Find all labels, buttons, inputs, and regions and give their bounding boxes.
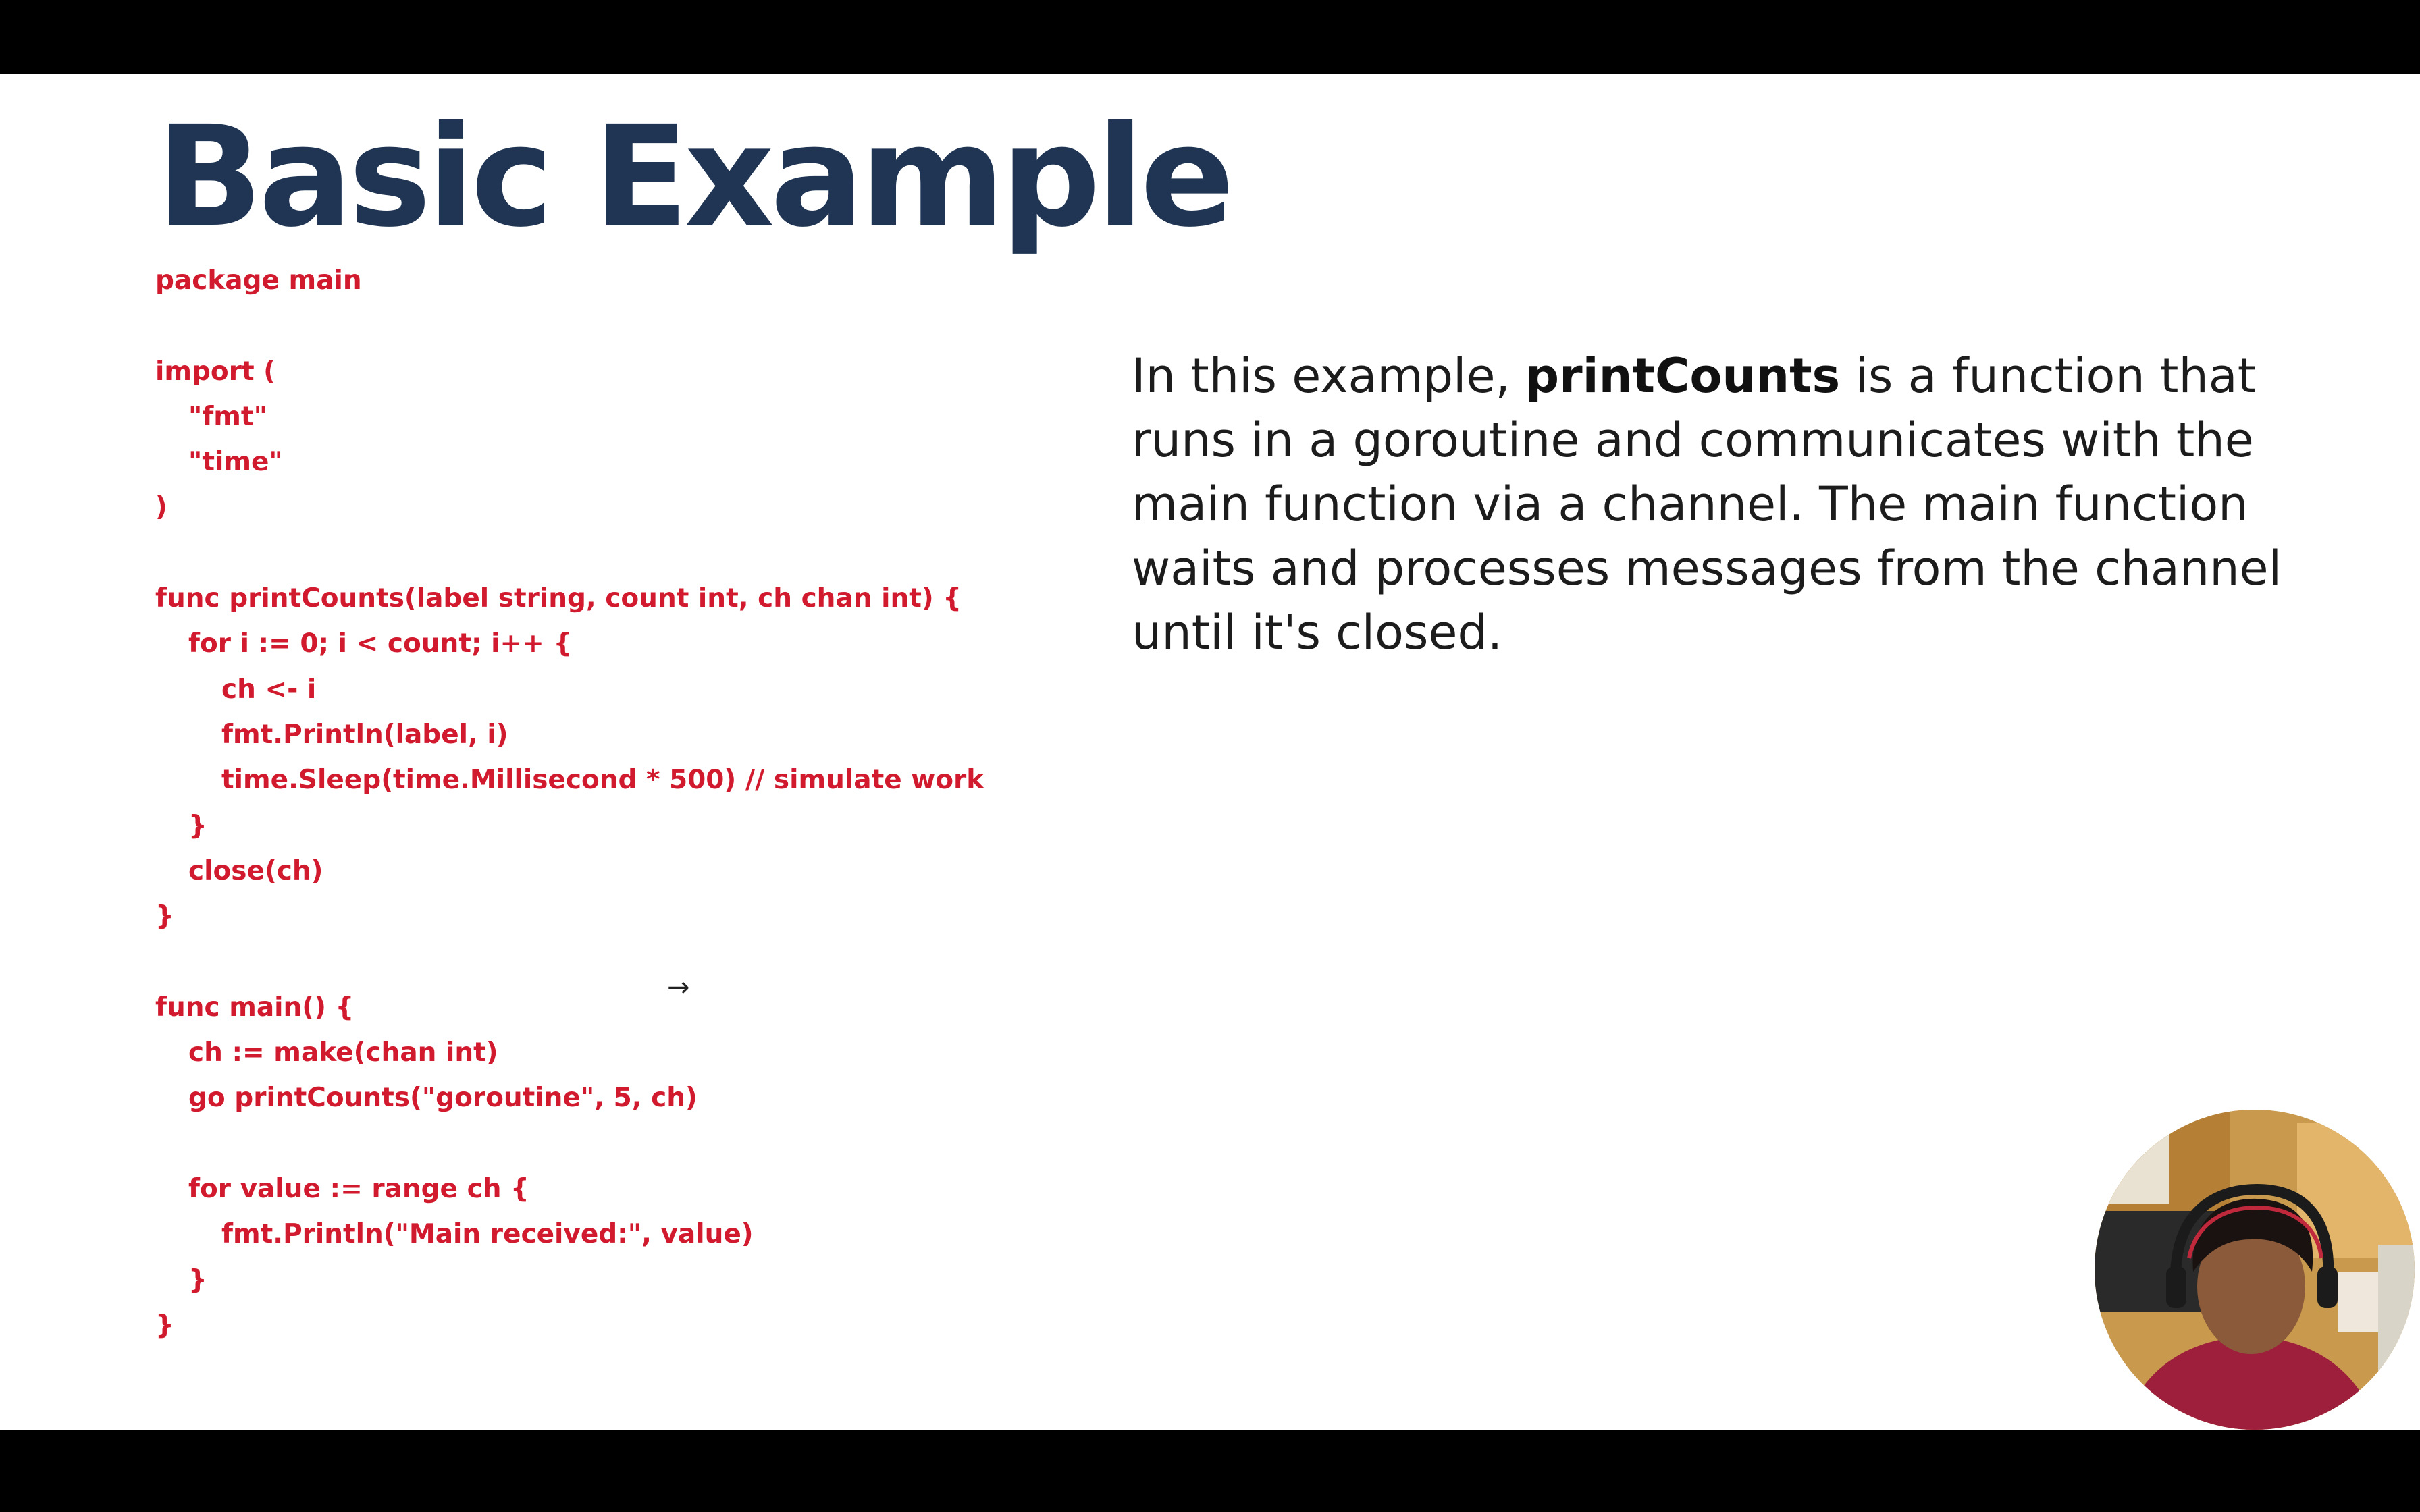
code-line: time.Sleep(time.Millisecond * 500) // si…: [221, 765, 984, 796]
code-line: for value := range ch {: [188, 1173, 529, 1204]
code-line: fmt.Println("Main received:", value): [221, 1219, 754, 1250]
code-line: func main() {: [155, 992, 354, 1023]
code-line: }: [188, 810, 207, 841]
code-line: }: [188, 1264, 207, 1295]
code-line: "time": [188, 447, 283, 478]
letterbox-bottom: [0, 1430, 2420, 1512]
presenter-webcam-overlay: [2095, 1110, 2415, 1430]
code-line: func printCounts(label string, count int…: [155, 583, 962, 614]
code-line: }: [155, 901, 174, 932]
code-line: for i := 0; i < count; i++ {: [188, 628, 573, 659]
code-line: ch <- i: [221, 674, 317, 705]
description-text-before: In this example,: [1132, 348, 1526, 404]
code-line: }: [155, 1310, 174, 1341]
presenter-webcam-image: [2095, 1110, 2415, 1430]
slide-description: In this example, printCounts is a functi…: [1132, 344, 2320, 665]
code-line: fmt.Println(label, i): [221, 719, 508, 750]
code-line: import (: [155, 356, 275, 387]
code-line: go printCounts("goroutine", 5, ch): [188, 1083, 698, 1114]
code-line: "fmt": [188, 401, 267, 432]
letterbox-top: [0, 0, 2420, 74]
code-line: package main: [155, 265, 362, 296]
mouse-pointer-arrow-icon: →: [667, 972, 690, 1003]
code-line: ch := make(chan int): [188, 1037, 498, 1069]
code-line: ): [155, 492, 167, 523]
description-highlight: printCounts: [1525, 348, 1841, 404]
slide-title: Basic Example: [157, 96, 1234, 258]
presentation-slide: Basic Example package main import ( "fmt" "…: [0, 74, 2420, 1430]
code-line: close(ch): [188, 855, 323, 886]
code-block: package main import ( "fmt" "time") func pri…: [155, 258, 984, 1348]
